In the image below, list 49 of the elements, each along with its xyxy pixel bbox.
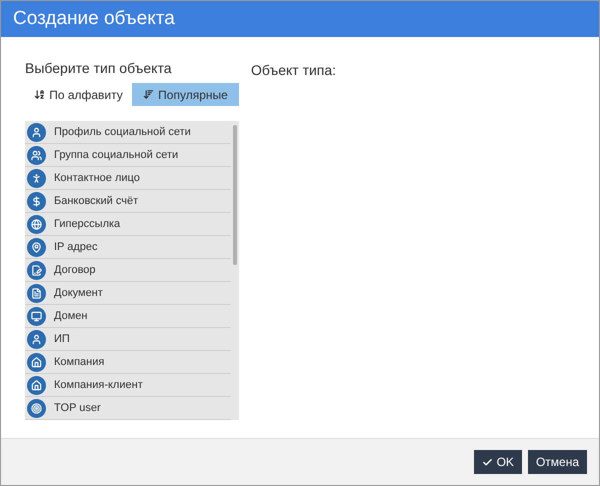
- object-type-label: Гиперссылка: [54, 216, 120, 232]
- group-icon: [27, 146, 46, 164]
- target-icon: [27, 398, 46, 418]
- object-type-label: Документ: [54, 286, 103, 301]
- object-type-item[interactable]: Домен: [25, 305, 231, 328]
- object-type-label: Контактное лицо: [54, 170, 140, 186]
- object-type-item[interactable]: Компания: [25, 351, 231, 374]
- object-type-item[interactable]: ИП: [25, 328, 231, 351]
- object-type-item[interactable]: Компания-клиент: [25, 374, 231, 397]
- house-icon: [27, 352, 46, 372]
- sort-tab[interactable]: Популярные: [132, 83, 239, 106]
- globe-icon: [27, 214, 46, 234]
- ok-button[interactable]: OK: [474, 450, 522, 474]
- object-type-label: Профиль социальной сети: [54, 124, 191, 140]
- object-type-label: Компания: [54, 354, 104, 370]
- home-icon: [27, 376, 46, 394]
- signed-document-icon: [27, 260, 46, 280]
- object-type-label: Домен: [54, 308, 88, 324]
- user-icon: [27, 330, 46, 348]
- dollar-icon: [27, 192, 46, 210]
- object-type-label: Компания-клиент: [54, 378, 143, 393]
- object-type-item[interactable]: Документ: [25, 282, 231, 305]
- object-type-label: Договор: [54, 262, 96, 278]
- object-type-item[interactable]: Профиль социальной сети: [25, 121, 231, 144]
- cancel-button[interactable]: Отмена: [528, 450, 587, 474]
- object-type-label: ИП: [54, 332, 70, 347]
- object-type-item[interactable]: Договор: [25, 259, 231, 282]
- scrollbar[interactable]: [233, 125, 237, 265]
- monitor-icon: [27, 306, 46, 326]
- object-type-label: Группа социальной сети: [54, 148, 178, 163]
- user-icon: [27, 122, 46, 142]
- sort-alpha-icon: [34, 89, 46, 100]
- object-type-label: TOP user: [54, 400, 101, 416]
- object-type-label: Банковский счёт: [54, 194, 138, 209]
- person-icon: [27, 168, 46, 188]
- object-type-label: IP адрес: [54, 240, 98, 255]
- object-type-item[interactable]: Гиперссылка: [25, 213, 231, 236]
- check-icon: [482, 456, 493, 468]
- section-heading: Объект типа:: [251, 62, 336, 78]
- sort-icon: [143, 89, 154, 100]
- object-type-item[interactable]: IP адрес: [25, 236, 231, 259]
- object-type-item[interactable]: TOP user: [25, 397, 231, 420]
- section-heading: Выберите тип объекта: [25, 59, 172, 77]
- map-pin-icon: [27, 238, 46, 256]
- object-type-item[interactable]: Группа социальной сети: [25, 144, 231, 167]
- window-title: Создание объекта: [13, 6, 175, 31]
- object-type-item[interactable]: Банковский счёт: [25, 190, 231, 213]
- object-type-item[interactable]: Контактное лицо: [25, 167, 231, 190]
- document-icon: [27, 284, 46, 302]
